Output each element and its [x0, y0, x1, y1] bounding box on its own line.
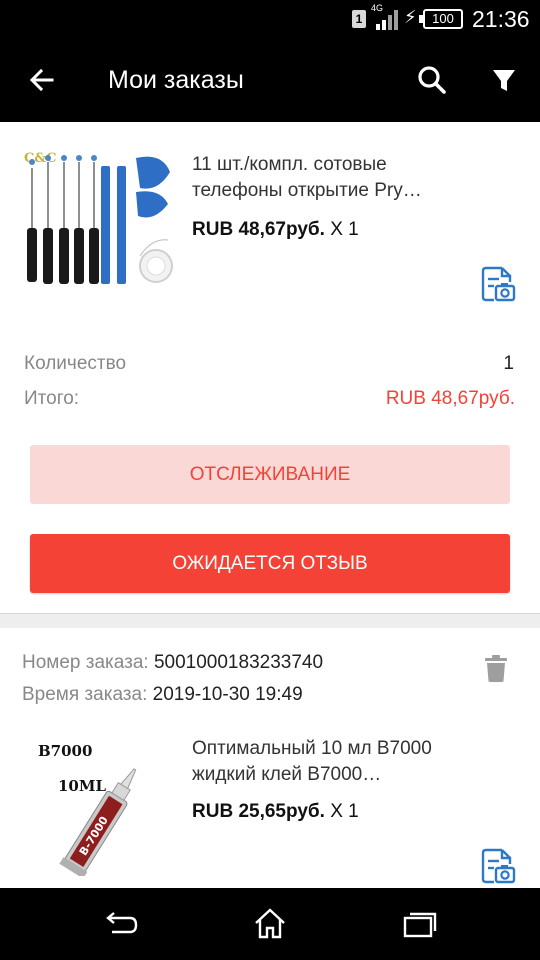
clock: 21:36: [472, 6, 530, 32]
order-time: Время заказа: 2019-10-30 19:49: [22, 684, 303, 706]
photo-review-icon[interactable]: [478, 264, 518, 304]
product-image-brand: B7000: [38, 742, 92, 760]
status-bar: 1 4G ⚡ 100 21:36: [0, 0, 540, 38]
battery-indicator: 100: [419, 9, 463, 29]
order-card: Номер заказа: 5001000183233740 Время зак…: [0, 628, 540, 890]
product-title[interactable]: Оптимальный 10 мл B7000 жидкий клей B700…: [192, 736, 432, 788]
order-card: C&C 11 шт./компл. сотовые телефоны откры…: [0, 122, 540, 614]
search-icon[interactable]: [412, 60, 452, 100]
delete-order-icon[interactable]: [480, 652, 512, 684]
product-price-line: RUB 25,65руб. X 1: [192, 801, 359, 823]
pending-review-button[interactable]: ОЖИДАЕТСЯ ОТЗЫВ: [30, 534, 510, 593]
product-price-line: RUB 48,67руб. X 1: [192, 219, 359, 241]
order-number-value: 5001000183233740: [153, 652, 324, 673]
filter-icon[interactable]: [484, 60, 524, 100]
product-title[interactable]: 11 шт./компл. сотовые телефоны открытие …: [192, 152, 422, 204]
product-price: RUB 48,67руб.: [192, 219, 325, 240]
order-time-value: 2019-10-30 19:49: [152, 684, 303, 705]
product-image-tool-kit[interactable]: C&C: [22, 148, 178, 298]
order-number: Номер заказа: 5001000183233740: [22, 652, 323, 674]
track-order-button[interactable]: ОТСЛЕЖИВАНИЕ: [30, 445, 510, 504]
back-arrow-icon[interactable]: [22, 60, 62, 100]
nav-back-icon[interactable]: [100, 904, 144, 944]
quantity-label: Количество: [24, 353, 127, 374]
photo-review-icon[interactable]: [478, 846, 518, 886]
system-nav-bar: [0, 888, 540, 960]
product-quantity: X 1: [330, 801, 359, 822]
product-image-logo: C&C: [24, 151, 56, 166]
page-title: Мои заказы: [108, 66, 244, 94]
quantity-value: 1: [503, 353, 514, 374]
nav-home-icon[interactable]: [248, 904, 292, 944]
product-image-volume: 10ML: [58, 777, 106, 795]
product-image-glue[interactable]: B7000 10ML B-7000: [30, 736, 170, 876]
total-value: RUB 48,67руб.: [385, 388, 515, 409]
product-price: RUB 25,65руб.: [192, 801, 325, 822]
nav-recents-icon[interactable]: [398, 904, 442, 944]
sim-indicator: 1: [352, 10, 366, 28]
app-bar: Мои заказы: [0, 38, 540, 122]
signal-icon: [376, 10, 398, 30]
order-time-label: Время заказа:: [22, 684, 148, 705]
product-quantity: X 1: [330, 219, 359, 240]
order-number-label: Номер заказа:: [22, 652, 149, 673]
total-label: Итого:: [24, 388, 80, 409]
charging-icon: ⚡: [404, 7, 417, 27]
